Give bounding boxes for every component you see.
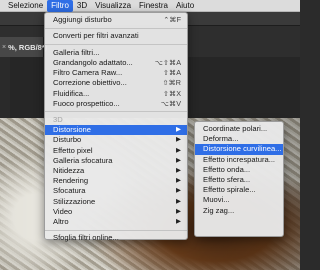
menu-item-distorsione[interactable]: Distorsione ▶	[45, 125, 187, 136]
menu-item-label: Grandangolo adattato...	[53, 57, 133, 67]
menu-item-converti[interactable]: Converti per filtri avanzati	[45, 31, 187, 41]
submenu-arrow-icon: ▶	[176, 217, 181, 225]
document-tab[interactable]: × %, RGB/8*)	[0, 37, 48, 57]
menu-separator	[45, 111, 187, 113]
menu-separator	[45, 229, 187, 231]
submenu-arrow-icon: ▶	[176, 136, 181, 144]
menu-item-label: Effetto spirale...	[203, 185, 256, 195]
menu-item-shortcut: ⇧⌘R	[162, 78, 181, 88]
submenu-arrow-icon: ▶	[176, 197, 181, 205]
menu-item-sfocatura[interactable]: Sfocatura ▶	[45, 186, 187, 196]
menubar: Selezione Filtro 3D Visualizza Finestra …	[0, 0, 300, 12]
menu-item-label: Effetto pixel	[53, 145, 93, 155]
menu-item-label: Filtro Camera Raw...	[53, 68, 123, 78]
menu-visualizza[interactable]: Visualizza	[91, 0, 135, 12]
menu-item-shortcut: ⇧⌘A	[162, 68, 181, 78]
menu-item-disturbo[interactable]: Disturbo ▶	[45, 135, 187, 145]
submenu-arrow-icon: ▶	[176, 156, 181, 164]
menu-item-label: 3D	[53, 115, 63, 125]
menu-item-label: Aggiungi disturbo	[53, 15, 112, 24]
menu-item-galleria-sfocatura[interactable]: Galleria sfocatura ▶	[45, 156, 187, 166]
menu-item-label: Converti per filtri avanzati	[53, 31, 139, 41]
submenu-arrow-icon: ▶	[176, 146, 181, 154]
menu-item-3d: 3D	[45, 115, 187, 125]
submenu-item-effetto-onda[interactable]: Effetto onda...	[195, 165, 283, 175]
menu-item-galleria-filtri[interactable]: Galleria filtri...	[45, 48, 187, 58]
menu-item-label: Fuoco prospettico...	[53, 98, 120, 108]
menu-item-label: Galleria filtri...	[53, 47, 100, 57]
menu-separator	[45, 44, 187, 46]
submenu-arrow-icon: ▶	[176, 126, 181, 134]
menu-item-stilizzazione[interactable]: Stilizzazione ▶	[45, 197, 187, 207]
menu-item-label: Effetto increspatura...	[203, 154, 276, 164]
menu-item-label: Muovi...	[203, 195, 230, 205]
menu-item-nitidezza[interactable]: Nitidezza ▶	[45, 166, 187, 176]
menu-item-shortcut: ⌥⌘V	[160, 98, 181, 108]
submenu-item-distorsione-curvilinea[interactable]: Distorsione curvilinea...	[195, 144, 283, 155]
filter-menu: Aggiungi disturbo ⌃⌘F Converti per filtr…	[44, 12, 188, 243]
submenu-item-effetto-spirale[interactable]: Effetto spirale...	[195, 185, 283, 195]
menu-item-label: Fluidifica...	[53, 88, 90, 98]
submenu-item-zig-zag[interactable]: Zig zag...	[195, 206, 283, 216]
distorsione-submenu: Coordinate polari... Deforma... Distorsi…	[194, 121, 284, 237]
menu-item-label: Sfocatura	[53, 186, 86, 196]
submenu-arrow-icon: ▶	[176, 187, 181, 195]
menu-item-label: Rendering	[53, 176, 89, 186]
submenu-arrow-icon: ▶	[176, 167, 181, 174]
close-icon[interactable]: ×	[2, 44, 6, 51]
menu-item-sfoglia-online[interactable]: Sfoglia filtri online...	[45, 233, 187, 243]
menu-item-effetto-pixel[interactable]: Effetto pixel ▶	[45, 146, 187, 156]
menu-item-camera-raw[interactable]: Filtro Camera Raw... ⇧⌘A	[45, 68, 187, 78]
submenu-arrow-icon: ▶	[176, 207, 181, 215]
menu-aiuto[interactable]: Aiuto	[172, 0, 198, 12]
menu-item-aggiungi-disturbo[interactable]: Aggiungi disturbo ⌃⌘F	[45, 15, 187, 25]
menu-item-label: Coordinate polari...	[203, 124, 268, 133]
menu-filtro[interactable]: Filtro	[47, 0, 73, 12]
menu-separator	[45, 27, 187, 29]
menu-selezione[interactable]: Selezione	[4, 0, 47, 12]
menu-item-grandangolo[interactable]: Grandangolo adattato... ⌥⇧⌘A	[45, 58, 187, 68]
menu-item-video[interactable]: Video ▶	[45, 207, 187, 217]
menu-item-label: Deforma...	[203, 134, 239, 144]
document-tab-title: %, RGB/8*)	[8, 42, 48, 52]
menu-item-label: Stilizzazione	[53, 196, 96, 206]
menu-item-label: Correzione obiettivo...	[53, 78, 127, 88]
menu-item-shortcut: ⌃⌘F	[163, 15, 181, 24]
menu-item-correzione-obiettivo[interactable]: Correzione obiettivo... ⇧⌘R	[45, 78, 187, 88]
menu-item-label: Video	[53, 206, 73, 216]
menu-item-label: Sfoglia filtri online...	[53, 233, 119, 243]
menu-item-label: Zig zag...	[203, 205, 235, 215]
menu-item-label: Nitidezza	[53, 166, 85, 175]
menu-item-label: Distorsione	[53, 125, 91, 135]
menu-item-label: Distorsione curvilinea...	[203, 144, 282, 154]
menu-item-fuoco-prospettico[interactable]: Fuoco prospettico... ⌥⌘V	[45, 99, 187, 109]
menu-item-label: Effetto sfera...	[203, 174, 251, 184]
menu-3d[interactable]: 3D	[73, 0, 91, 12]
menu-item-rendering[interactable]: Rendering ▶	[45, 176, 187, 186]
submenu-item-effetto-increspatura[interactable]: Effetto increspatura...	[195, 155, 283, 165]
menu-finestra[interactable]: Finestra	[135, 0, 172, 12]
submenu-item-deforma[interactable]: Deforma...	[195, 134, 283, 144]
menu-item-fluidifica[interactable]: Fluidifica... ⇧⌘X	[45, 89, 187, 99]
menu-item-label: Effetto onda...	[203, 164, 251, 174]
menu-item-altro[interactable]: Altro ▶	[45, 217, 187, 227]
menu-item-shortcut: ⇧⌘X	[162, 88, 181, 98]
submenu-item-coordinate-polari[interactable]: Coordinate polari...	[195, 124, 283, 134]
menu-item-label: Disturbo	[53, 135, 82, 145]
menu-item-shortcut: ⌥⇧⌘A	[154, 57, 181, 67]
menu-item-label: Galleria sfocatura	[53, 155, 113, 165]
submenu-arrow-icon: ▶	[176, 177, 181, 185]
menu-item-label: Altro	[53, 216, 69, 226]
submenu-item-effetto-sfera[interactable]: Effetto sfera...	[195, 175, 283, 185]
submenu-item-muovi[interactable]: Muovi...	[195, 195, 283, 205]
